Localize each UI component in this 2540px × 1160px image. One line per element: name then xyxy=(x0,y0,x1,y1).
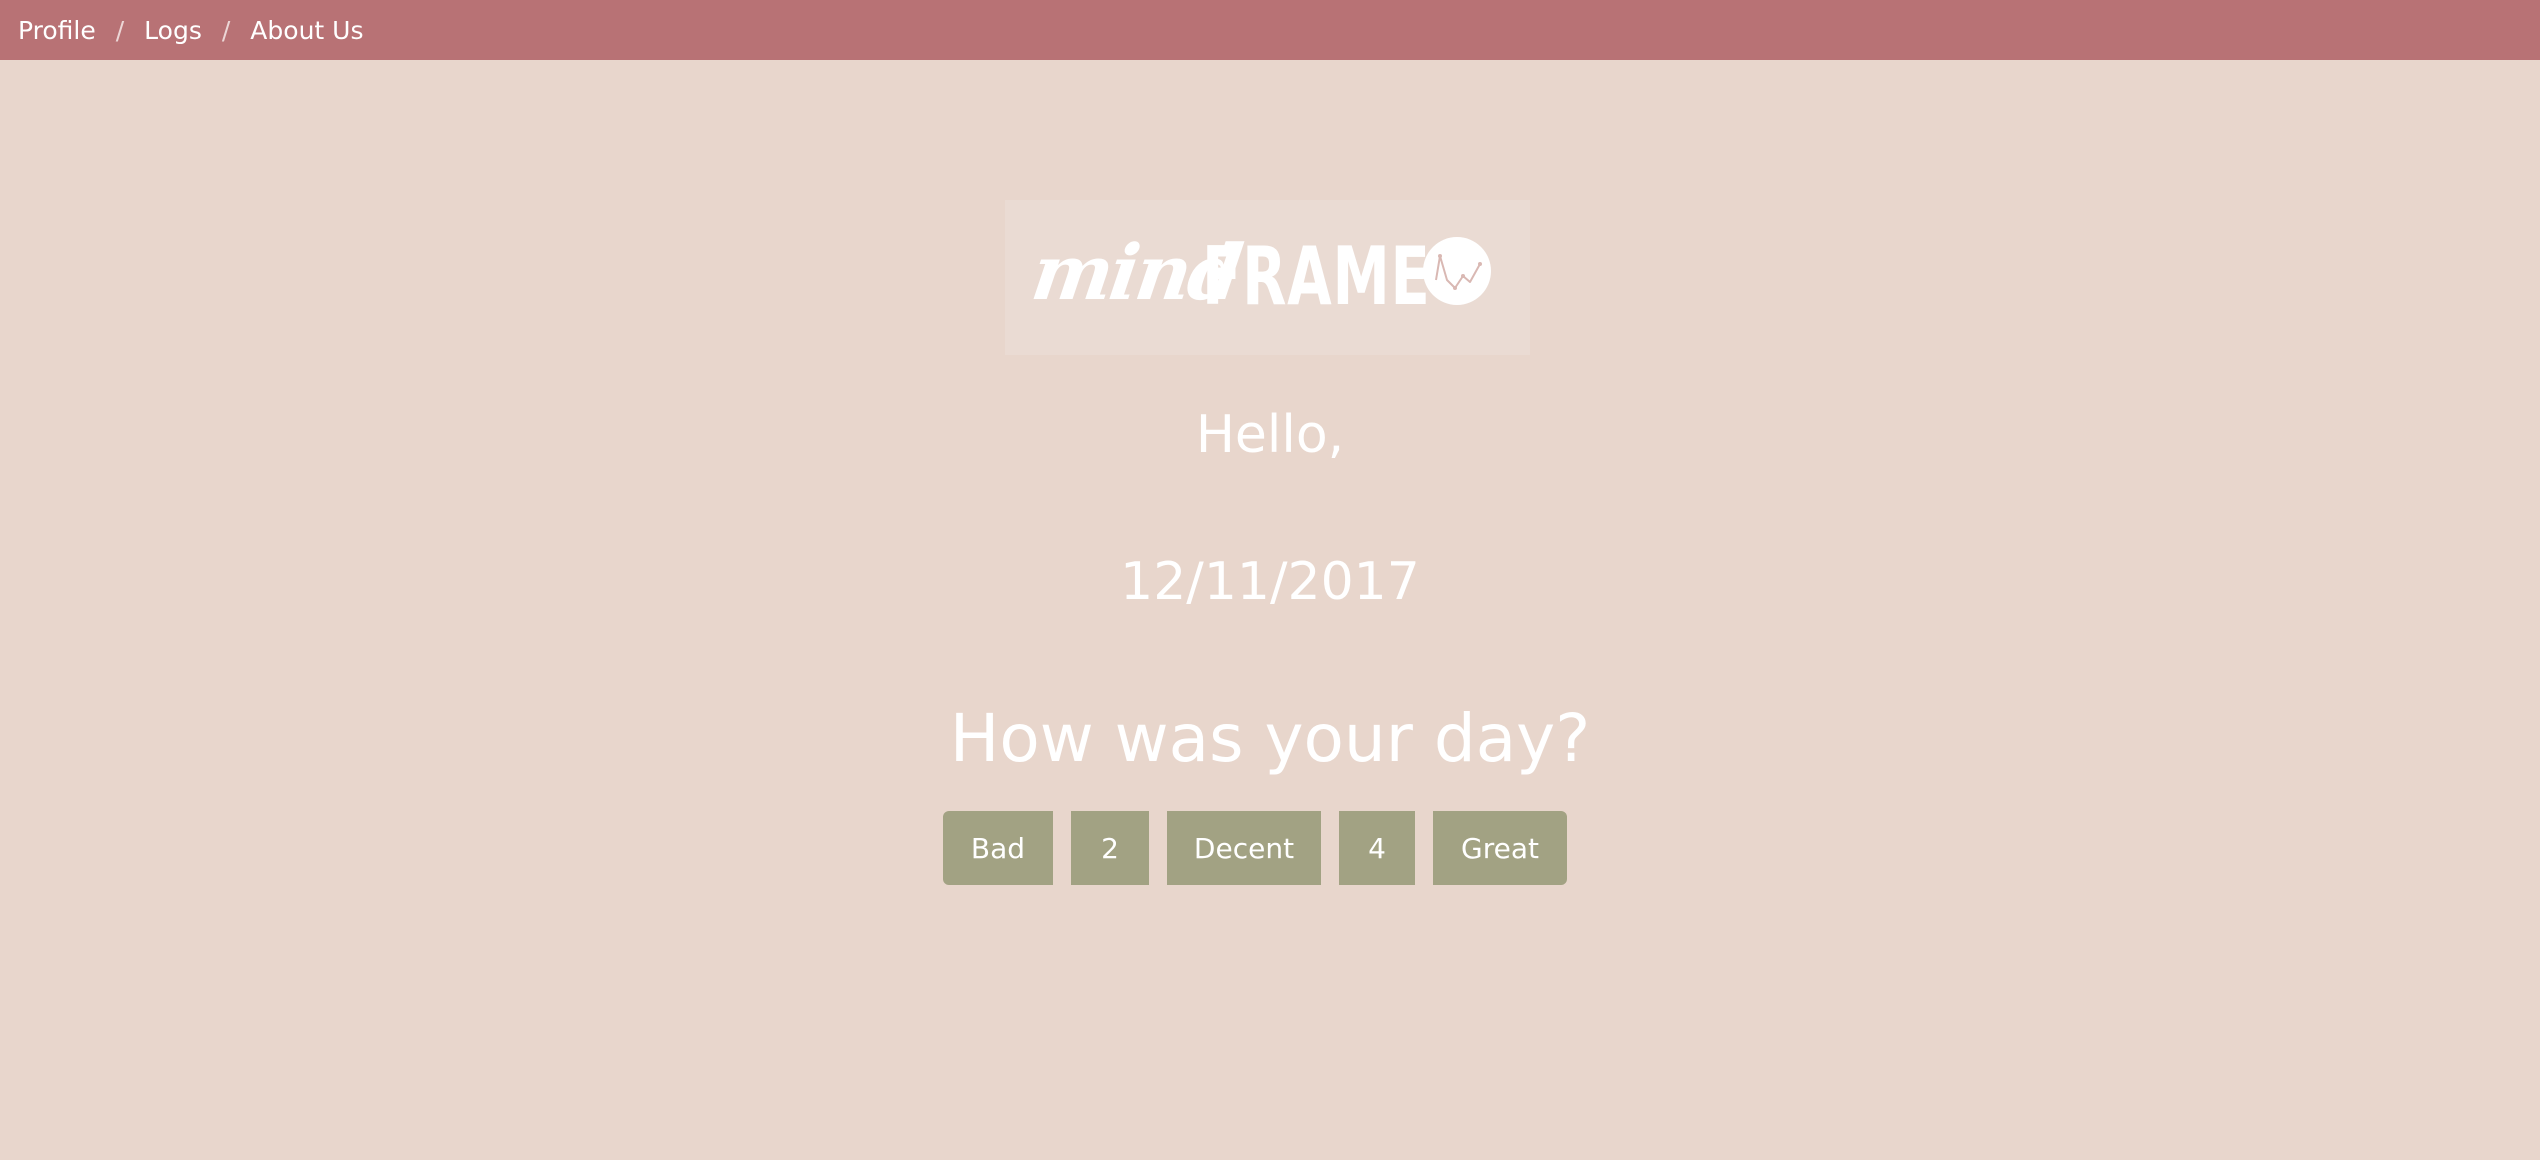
nav-separator: / xyxy=(221,15,231,45)
mindframe-logo: mind FRAME xyxy=(1005,200,1530,355)
mood-rating-buttons: Bad 2 Decent 4 Great xyxy=(943,811,1567,885)
logo-text-frame: FRAME xyxy=(1202,230,1431,323)
rating-button-decent[interactable]: Decent xyxy=(1167,811,1321,885)
nav-link-logs[interactable]: Logs xyxy=(144,16,202,45)
top-navbar: Profile / Logs / About Us xyxy=(0,0,2540,60)
current-date: 12/11/2017 xyxy=(1120,552,1420,612)
nav-link-about-us[interactable]: About Us xyxy=(250,16,363,45)
rating-button-2[interactable]: 2 xyxy=(1071,811,1149,885)
mood-question: How was your day? xyxy=(949,700,1591,777)
nav-link-profile[interactable]: Profile xyxy=(18,16,96,45)
chart-check-circle-icon xyxy=(1423,237,1491,305)
rating-button-great[interactable]: Great xyxy=(1433,811,1567,885)
rating-button-bad[interactable]: Bad xyxy=(943,811,1053,885)
nav-separator: / xyxy=(115,15,125,45)
greeting-text: Hello, xyxy=(1195,405,1345,465)
rating-button-4[interactable]: 4 xyxy=(1339,811,1415,885)
